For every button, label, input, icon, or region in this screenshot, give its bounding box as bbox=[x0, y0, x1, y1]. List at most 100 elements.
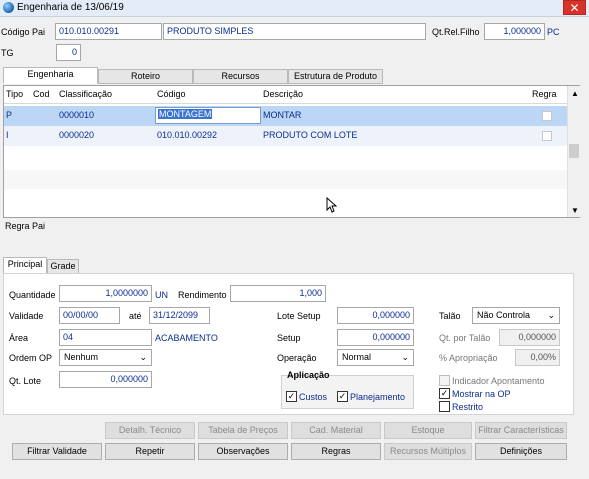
col-classificacao[interactable]: Classificação bbox=[59, 89, 112, 99]
col-descricao[interactable]: Descrição bbox=[263, 89, 303, 99]
app-icon bbox=[3, 2, 14, 13]
cad-material-button[interactable]: Cad. Material bbox=[291, 422, 381, 439]
chevron-down-icon: ⌄ bbox=[547, 310, 555, 320]
rendimento-input[interactable]: 1,000 bbox=[230, 285, 326, 302]
regra-pai-label: Regra Pai bbox=[5, 221, 46, 231]
check-icon: ✓ bbox=[287, 391, 296, 401]
validade-from-input[interactable]: 00/00/00 bbox=[59, 307, 120, 324]
cell-codigo-editor[interactable]: MONTAGEM bbox=[155, 107, 261, 124]
area-input[interactable]: 04 bbox=[59, 329, 152, 346]
tab-engenharia[interactable]: Engenharia bbox=[3, 67, 98, 84]
codigo-pai-input[interactable]: 010.010.00291 bbox=[55, 23, 162, 40]
table-row[interactable]: I 0000020 010.010.00292 PRODUTO COM LOTE bbox=[4, 126, 567, 146]
chevron-down-icon: ⌄ bbox=[401, 352, 409, 362]
table-row[interactable]: P 0000010 MONTAGEM MONTAR bbox=[4, 106, 567, 126]
regra-checkbox[interactable] bbox=[542, 111, 552, 121]
empty-row bbox=[4, 146, 567, 166]
title-bar: Engenharia de 13/06/19 ✕ bbox=[0, 0, 589, 17]
validade-to-input[interactable]: 31/12/2099 bbox=[149, 307, 210, 324]
cell-codigo: 010.010.00292 bbox=[157, 130, 218, 140]
quantidade-unit: UN bbox=[155, 290, 168, 300]
tabela-precos-button[interactable]: Tabela de Preços bbox=[198, 422, 288, 439]
planejamento-checkbox[interactable]: ✓ bbox=[337, 391, 348, 402]
qt-rel-filho-input[interactable]: 1,000000 bbox=[484, 23, 545, 40]
regra-checkbox[interactable] bbox=[542, 131, 552, 141]
qt-lote-label: Qt. Lote bbox=[9, 376, 42, 386]
col-tipo[interactable]: Tipo bbox=[6, 89, 23, 99]
detalh-tecnico-button[interactable]: Detalh. Técnico bbox=[105, 422, 195, 439]
cell-tipo: I bbox=[6, 130, 9, 140]
col-codigo[interactable]: Código bbox=[157, 89, 186, 99]
operacao-label: Operação bbox=[277, 353, 317, 363]
talao-select[interactable]: Não Controla ⌄ bbox=[472, 307, 560, 324]
engenharia-grid[interactable]: Tipo Cod Classificação Código Descrição … bbox=[3, 85, 580, 218]
rendimento-label: Rendimento bbox=[178, 290, 227, 300]
restrito-label: Restrito bbox=[452, 402, 484, 412]
recursos-multiplos-button[interactable]: Recursos Múltiplos bbox=[384, 443, 472, 460]
check-icon: ✓ bbox=[440, 388, 449, 398]
close-button[interactable]: ✕ bbox=[563, 0, 586, 15]
filtrar-caracteristicas-button[interactable]: Filtrar Características bbox=[475, 422, 567, 439]
setup-input[interactable]: 0,000000 bbox=[337, 329, 414, 346]
ordem-op-value: Nenhum bbox=[64, 352, 99, 362]
custos-label: Custos bbox=[299, 392, 328, 402]
scroll-thumb[interactable] bbox=[569, 144, 579, 158]
operacao-value: Normal bbox=[342, 352, 372, 362]
restrito-checkbox[interactable] bbox=[439, 401, 450, 412]
apropriacao-input: 0,00% bbox=[515, 349, 560, 366]
cell-tipo: P bbox=[6, 110, 13, 120]
tab-grade[interactable]: Grade bbox=[47, 259, 79, 274]
ate-label: até bbox=[129, 311, 142, 321]
repetir-button[interactable]: Repetir bbox=[105, 443, 195, 460]
area-label: Área bbox=[9, 333, 29, 343]
col-cod[interactable]: Cod bbox=[33, 89, 50, 99]
tab-roteiro[interactable]: Roteiro bbox=[98, 69, 193, 84]
observacoes-button[interactable]: Observações bbox=[198, 443, 288, 460]
grid-header: Tipo Cod Classificação Código Descrição … bbox=[4, 86, 567, 104]
regras-button[interactable]: Regras bbox=[291, 443, 381, 460]
mouse-cursor-icon bbox=[326, 197, 337, 213]
col-regra[interactable]: Regra bbox=[532, 89, 557, 99]
mostrar-na-op-label: Mostrar na OP bbox=[452, 389, 511, 399]
area-description: ACABAMENTO bbox=[155, 333, 218, 343]
cell-classificacao: 0000010 bbox=[59, 110, 95, 120]
qt-por-talao-input: 0,000000 bbox=[499, 329, 560, 346]
operacao-select[interactable]: Normal ⌄ bbox=[337, 349, 414, 366]
scroll-up-icon[interactable]: ▲ bbox=[571, 89, 579, 98]
mostrar-na-op-checkbox[interactable]: ✓ bbox=[439, 388, 450, 399]
scroll-down-icon[interactable]: ▼ bbox=[571, 206, 579, 215]
qt-lote-input[interactable]: 0,000000 bbox=[59, 371, 152, 388]
tab-principal[interactable]: Principal bbox=[3, 257, 47, 274]
setup-label: Setup bbox=[277, 333, 301, 343]
cell-descricao: PRODUTO COM LOTE bbox=[263, 130, 358, 140]
definicoes-button[interactable]: Definições bbox=[475, 443, 567, 460]
check-icon: ✓ bbox=[338, 391, 347, 401]
tg-input[interactable]: 0 bbox=[56, 44, 81, 61]
empty-row bbox=[4, 190, 567, 210]
cell-codigo: MONTAGEM bbox=[158, 109, 213, 119]
ordem-op-label: Ordem OP bbox=[9, 353, 53, 363]
tg-label: TG bbox=[1, 48, 14, 58]
quantidade-input[interactable]: 1,0000000 bbox=[59, 285, 152, 302]
estoque-button[interactable]: Estoque bbox=[384, 422, 472, 439]
indicador-label: Indicador Apontamento bbox=[452, 376, 545, 386]
qt-por-talao-label: Qt. por Talão bbox=[439, 333, 491, 343]
lote-setup-label: Lote Setup bbox=[277, 311, 321, 321]
cell-descricao: MONTAR bbox=[263, 110, 302, 120]
chevron-down-icon: ⌄ bbox=[139, 352, 147, 362]
quantidade-label: Quantidade bbox=[9, 290, 56, 300]
custos-checkbox[interactable]: ✓ bbox=[286, 391, 297, 402]
validade-label: Validade bbox=[9, 311, 44, 321]
planejamento-label: Planejamento bbox=[350, 392, 406, 402]
talao-label: Talão bbox=[439, 311, 461, 321]
grid-scrollbar[interactable]: ▲ ▼ bbox=[567, 86, 580, 217]
tab-estrutura-produto[interactable]: Estrutura de Produto bbox=[288, 69, 383, 84]
indicador-checkbox[interactable] bbox=[439, 375, 450, 386]
lote-setup-input[interactable]: 0,000000 bbox=[337, 307, 414, 324]
empty-row bbox=[4, 170, 567, 190]
ordem-op-select[interactable]: Nenhum ⌄ bbox=[59, 349, 152, 366]
filtrar-validade-button[interactable]: Filtrar Validade bbox=[12, 443, 102, 460]
aplicacao-label: Aplicação bbox=[287, 370, 330, 380]
codigo-pai-label: Código Pai bbox=[1, 27, 46, 37]
tab-recursos[interactable]: Recursos bbox=[193, 69, 288, 84]
